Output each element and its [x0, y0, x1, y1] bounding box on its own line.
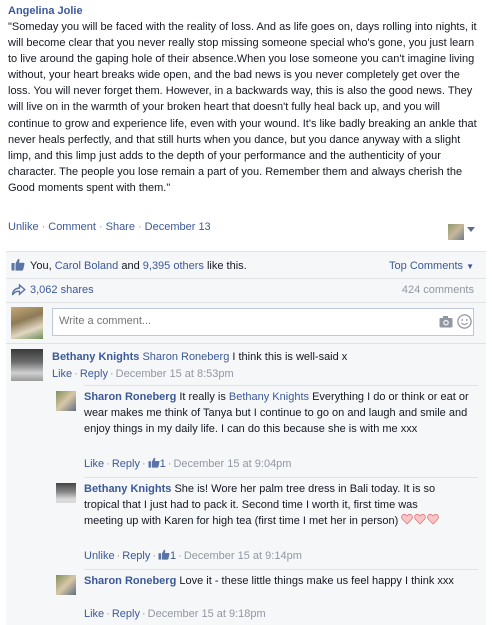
reply-link[interactable]: Reply — [112, 608, 140, 620]
like-link[interactable]: Like — [52, 368, 72, 380]
reply-comment: Sharon Roneberg Love it - these little t… — [56, 572, 486, 624]
likes-you: You, — [30, 260, 52, 272]
reply-comment: Bethany Knights She is! Wore her palm tr… — [56, 480, 486, 566]
comments-count: 424 comments — [401, 284, 474, 296]
unlike-link[interactable]: Unlike — [8, 221, 39, 233]
post-text: "Someday you will be faced with the real… — [8, 21, 477, 194]
reply-comment: Sharon Roneberg It really is Bethany Kni… — [56, 388, 486, 474]
separator-dot: · — [41, 221, 46, 233]
feedback-section: You, Carol Boland and 9,395 others like … — [6, 251, 486, 625]
thumbs-up-icon — [148, 457, 160, 468]
reply-text: It really is — [179, 391, 226, 403]
comment-date[interactable]: December 15 at 8:53pm — [116, 368, 234, 380]
comment-input[interactable] — [59, 315, 419, 327]
thumbs-up-icon — [11, 258, 25, 271]
share-link[interactable]: Share — [106, 221, 135, 233]
comment-author[interactable]: Bethany Knights — [52, 351, 139, 363]
like-link[interactable]: Like — [84, 608, 104, 620]
audience-avatar[interactable] — [448, 224, 464, 240]
compose-row — [6, 302, 486, 344]
heart-icon — [414, 513, 427, 525]
shares-row: 3,062 shares 424 comments — [6, 278, 486, 303]
comment-body: Bethany Knights Sharon Roneberg I think … — [52, 349, 472, 365]
avatar — [11, 307, 43, 339]
reply-meta: Like · Reply · 1 · December 15 at 9:04pm — [84, 457, 292, 470]
reply-date[interactable]: December 15 at 9:18pm — [148, 608, 266, 620]
shares-link[interactable]: 3,062 shares — [30, 283, 94, 297]
reply-author[interactable]: Sharon Roneberg — [84, 391, 176, 403]
likes-tail: like this. — [206, 260, 247, 272]
divider — [84, 477, 478, 478]
separator-dot: · — [98, 221, 103, 233]
options-caret-icon[interactable] — [467, 227, 475, 232]
reply-meta: Like · Reply · December 15 at 9:18pm — [84, 608, 266, 620]
reply-mention[interactable]: Bethany Knights — [229, 391, 309, 403]
likes-row: You, Carol Boland and 9,395 others like … — [6, 252, 486, 279]
reply-author[interactable]: Sharon Roneberg — [84, 575, 176, 587]
post-author[interactable]: Angelina Jolie — [8, 4, 484, 18]
heart-icon — [427, 513, 440, 525]
top-comments-dropdown[interactable]: Top Comments ▼ — [389, 259, 474, 274]
unlike-link[interactable]: Unlike — [84, 550, 115, 562]
comment-link[interactable]: Comment — [48, 221, 96, 233]
reply-meta: Unlike · Reply · 1 · December 15 at 9:14pm — [84, 549, 302, 562]
reply-body: Sharon Roneberg It really is Bethany Kni… — [84, 389, 470, 437]
thumbs-up-icon — [158, 549, 170, 560]
comment-text: I think this is well-said x — [232, 351, 348, 363]
like-count[interactable]: 1 — [158, 549, 177, 562]
avatar[interactable] — [56, 575, 76, 595]
avatar[interactable] — [56, 483, 76, 503]
divider — [84, 569, 478, 570]
reply-body: Sharon Roneberg Love it - these little t… — [84, 573, 456, 589]
post-date[interactable]: December 13 — [145, 221, 211, 233]
reply-link[interactable]: Reply — [112, 458, 140, 470]
like-count[interactable]: 1 — [148, 457, 166, 470]
reply-link[interactable]: Reply — [80, 368, 108, 380]
likes-and: and — [121, 260, 140, 272]
like-link[interactable]: Like — [84, 458, 104, 470]
reply-author[interactable]: Bethany Knights — [84, 483, 171, 495]
separator-dot: · — [137, 221, 142, 233]
post-actions: Unlike · Comment · Share · December 13 — [8, 220, 211, 234]
comment: Bethany Knights Sharon Roneberg I think … — [6, 344, 486, 384]
emoticon-icon[interactable] — [457, 314, 472, 329]
reply-link[interactable]: Reply — [122, 550, 150, 562]
comment-box[interactable] — [52, 308, 474, 336]
reply-body: Bethany Knights She is! Wore her palm tr… — [84, 481, 456, 529]
chevron-down-icon: ▼ — [466, 262, 474, 271]
post: Angelina Jolie "Someday you will be face… — [8, 4, 484, 196]
likes-name-link[interactable]: Carol Boland — [55, 260, 119, 272]
heart-icon — [401, 513, 414, 525]
share-arrow-icon — [11, 283, 26, 296]
top-comments-label: Top Comments — [389, 260, 464, 272]
like-count-value: 1 — [159, 458, 166, 470]
camera-icon[interactable] — [439, 315, 453, 328]
reply-date[interactable]: December 15 at 9:04pm — [173, 458, 291, 470]
comment-meta: Like · Reply · December 15 at 8:53pm — [52, 368, 234, 380]
avatar[interactable] — [11, 349, 43, 381]
reply-date[interactable]: December 15 at 9:14pm — [184, 550, 302, 562]
likes-summary: You, Carol Boland and 9,395 others like … — [30, 259, 247, 273]
divider — [84, 385, 478, 386]
reply-text: Love it - these little things make us fe… — [179, 575, 454, 587]
avatar[interactable] — [56, 391, 76, 411]
like-count-value: 1 — [170, 550, 177, 562]
hearts-emoji — [401, 513, 440, 527]
comment-mention[interactable]: Sharon Roneberg — [142, 351, 229, 363]
likes-others-link[interactable]: 9,395 others — [143, 260, 204, 272]
